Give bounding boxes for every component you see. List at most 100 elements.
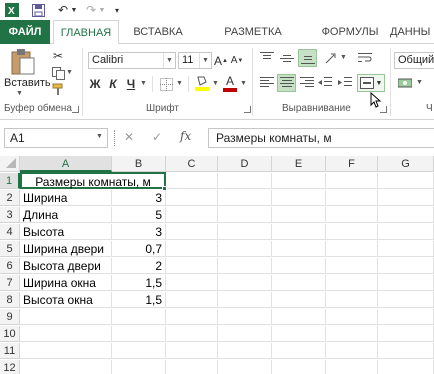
row-header-11[interactable]: 11 <box>0 343 20 359</box>
underline-button[interactable]: Ч <box>124 76 138 92</box>
customize-toolbar-icon[interactable]: ▾ <box>112 2 122 18</box>
empty-cell[interactable] <box>378 173 434 189</box>
empty-cell[interactable] <box>272 190 326 206</box>
empty-cell[interactable] <box>378 275 434 291</box>
empty-cell[interactable] <box>326 258 378 274</box>
cut-icon[interactable]: ✂ <box>50 49 66 63</box>
empty-cell[interactable] <box>378 326 434 342</box>
empty-cell[interactable] <box>378 360 434 374</box>
column-header-d[interactable]: D <box>218 156 272 172</box>
italic-button[interactable]: К <box>106 76 120 92</box>
empty-cell[interactable] <box>326 207 378 223</box>
empty-cell[interactable] <box>272 309 326 325</box>
empty-cell[interactable] <box>20 326 112 342</box>
row-header-3[interactable]: 3 <box>0 207 20 223</box>
empty-cell[interactable] <box>218 275 272 291</box>
decrease-indent-icon[interactable] <box>316 75 334 91</box>
column-header-c[interactable]: C <box>166 156 218 172</box>
empty-cell[interactable] <box>326 224 378 240</box>
cell-a4[interactable]: Высота <box>20 224 112 240</box>
merge-center-button[interactable]: ▼ <box>357 74 385 92</box>
empty-cell[interactable] <box>326 173 378 189</box>
paste-dropdown-icon[interactable]: ▼ <box>16 90 23 97</box>
empty-cell[interactable] <box>218 292 272 308</box>
empty-cell[interactable] <box>272 207 326 223</box>
cell-b5[interactable]: 0,7 <box>112 241 166 257</box>
empty-cell[interactable] <box>326 292 378 308</box>
empty-cell[interactable] <box>326 326 378 342</box>
tab-page-layout[interactable]: РАЗМЕТКА СТРАНИЦЫ <box>192 20 314 62</box>
redo-dropdown-icon[interactable]: ▼ <box>98 2 106 18</box>
font-size-select[interactable]: 11 ▼ <box>178 52 212 69</box>
orientation-icon[interactable] <box>322 50 340 66</box>
row-header-6[interactable]: 6 <box>0 258 20 274</box>
paste-icon[interactable] <box>8 48 38 76</box>
increase-indent-icon[interactable] <box>336 75 354 91</box>
empty-cell[interactable] <box>20 343 112 359</box>
tab-file[interactable]: ФАЙЛ <box>0 20 50 44</box>
cancel-edit-button[interactable]: ✕ <box>124 130 138 144</box>
orientation-dropdown-icon[interactable]: ▼ <box>340 54 347 61</box>
bold-button[interactable]: Ж <box>88 76 102 92</box>
empty-cell[interactable] <box>218 173 272 189</box>
underline-dropdown-icon[interactable]: ▼ <box>140 80 147 87</box>
empty-cell[interactable] <box>112 309 166 325</box>
empty-cell[interactable] <box>326 309 378 325</box>
tab-data[interactable]: ДАННЫ <box>390 20 434 44</box>
empty-cell[interactable] <box>272 343 326 359</box>
column-header-e[interactable]: E <box>272 156 326 172</box>
row-header-1[interactable]: 1 <box>0 173 20 189</box>
cell-b8[interactable]: 1,5 <box>112 292 166 308</box>
empty-cell[interactable] <box>218 207 272 223</box>
tab-formulas[interactable]: ФОРМУЛЫ <box>318 20 382 44</box>
empty-cell[interactable] <box>326 241 378 257</box>
grow-font-button[interactable]: A ▲ <box>214 52 228 69</box>
empty-cell[interactable] <box>20 309 112 325</box>
empty-cell[interactable] <box>166 190 218 206</box>
font-color-dropdown-icon[interactable]: ▼ <box>240 80 247 87</box>
align-center-icon[interactable] <box>277 74 296 92</box>
empty-cell[interactable] <box>166 343 218 359</box>
align-right-icon[interactable] <box>298 75 316 91</box>
cell-a3[interactable]: Длина <box>20 207 112 223</box>
save-icon[interactable] <box>30 2 46 18</box>
row-header-7[interactable]: 7 <box>0 275 20 291</box>
empty-cell[interactable] <box>326 275 378 291</box>
empty-cell[interactable] <box>112 326 166 342</box>
empty-cell[interactable] <box>378 241 434 257</box>
worksheet-grid[interactable]: A B C D E F G 1 2 3 4 5 6 7 8 9 10 11 12… <box>0 152 434 374</box>
empty-cell[interactable] <box>218 326 272 342</box>
empty-cell[interactable] <box>112 343 166 359</box>
font-name-select[interactable]: Calibri ▼ <box>88 52 176 69</box>
empty-cell[interactable] <box>272 258 326 274</box>
cell-b7[interactable]: 1,5 <box>112 275 166 291</box>
currency-icon[interactable] <box>396 75 414 91</box>
row-header-2[interactable]: 2 <box>0 190 20 206</box>
empty-cell[interactable] <box>272 326 326 342</box>
align-top-icon[interactable] <box>258 50 276 66</box>
empty-cell[interactable] <box>218 258 272 274</box>
cell-a7[interactable]: Ширина окна <box>20 275 112 291</box>
empty-cell[interactable] <box>166 275 218 291</box>
insert-function-button[interactable]: fx <box>180 129 196 143</box>
cell-a8[interactable]: Высота окна <box>20 292 112 308</box>
tab-insert[interactable]: ВСТАВКА <box>126 20 190 44</box>
empty-cell[interactable] <box>378 224 434 240</box>
column-header-f[interactable]: F <box>326 156 378 172</box>
select-all-button[interactable] <box>0 156 20 172</box>
empty-cell[interactable] <box>166 326 218 342</box>
empty-cell[interactable] <box>218 343 272 359</box>
empty-cell[interactable] <box>166 241 218 257</box>
cell-a2[interactable]: Ширина <box>20 190 112 206</box>
borders-icon[interactable] <box>158 76 174 92</box>
empty-cell[interactable] <box>218 241 272 257</box>
redo-icon[interactable]: ↷ <box>84 2 98 18</box>
empty-cell[interactable] <box>378 190 434 206</box>
empty-cell[interactable] <box>166 309 218 325</box>
empty-cell[interactable] <box>326 360 378 374</box>
borders-dropdown-icon[interactable]: ▼ <box>176 80 183 87</box>
wrap-text-icon[interactable] <box>356 50 374 66</box>
undo-dropdown-icon[interactable]: ▼ <box>70 2 78 18</box>
paste-button[interactable]: Вставить <box>4 77 51 89</box>
row-header-9[interactable]: 9 <box>0 309 20 325</box>
